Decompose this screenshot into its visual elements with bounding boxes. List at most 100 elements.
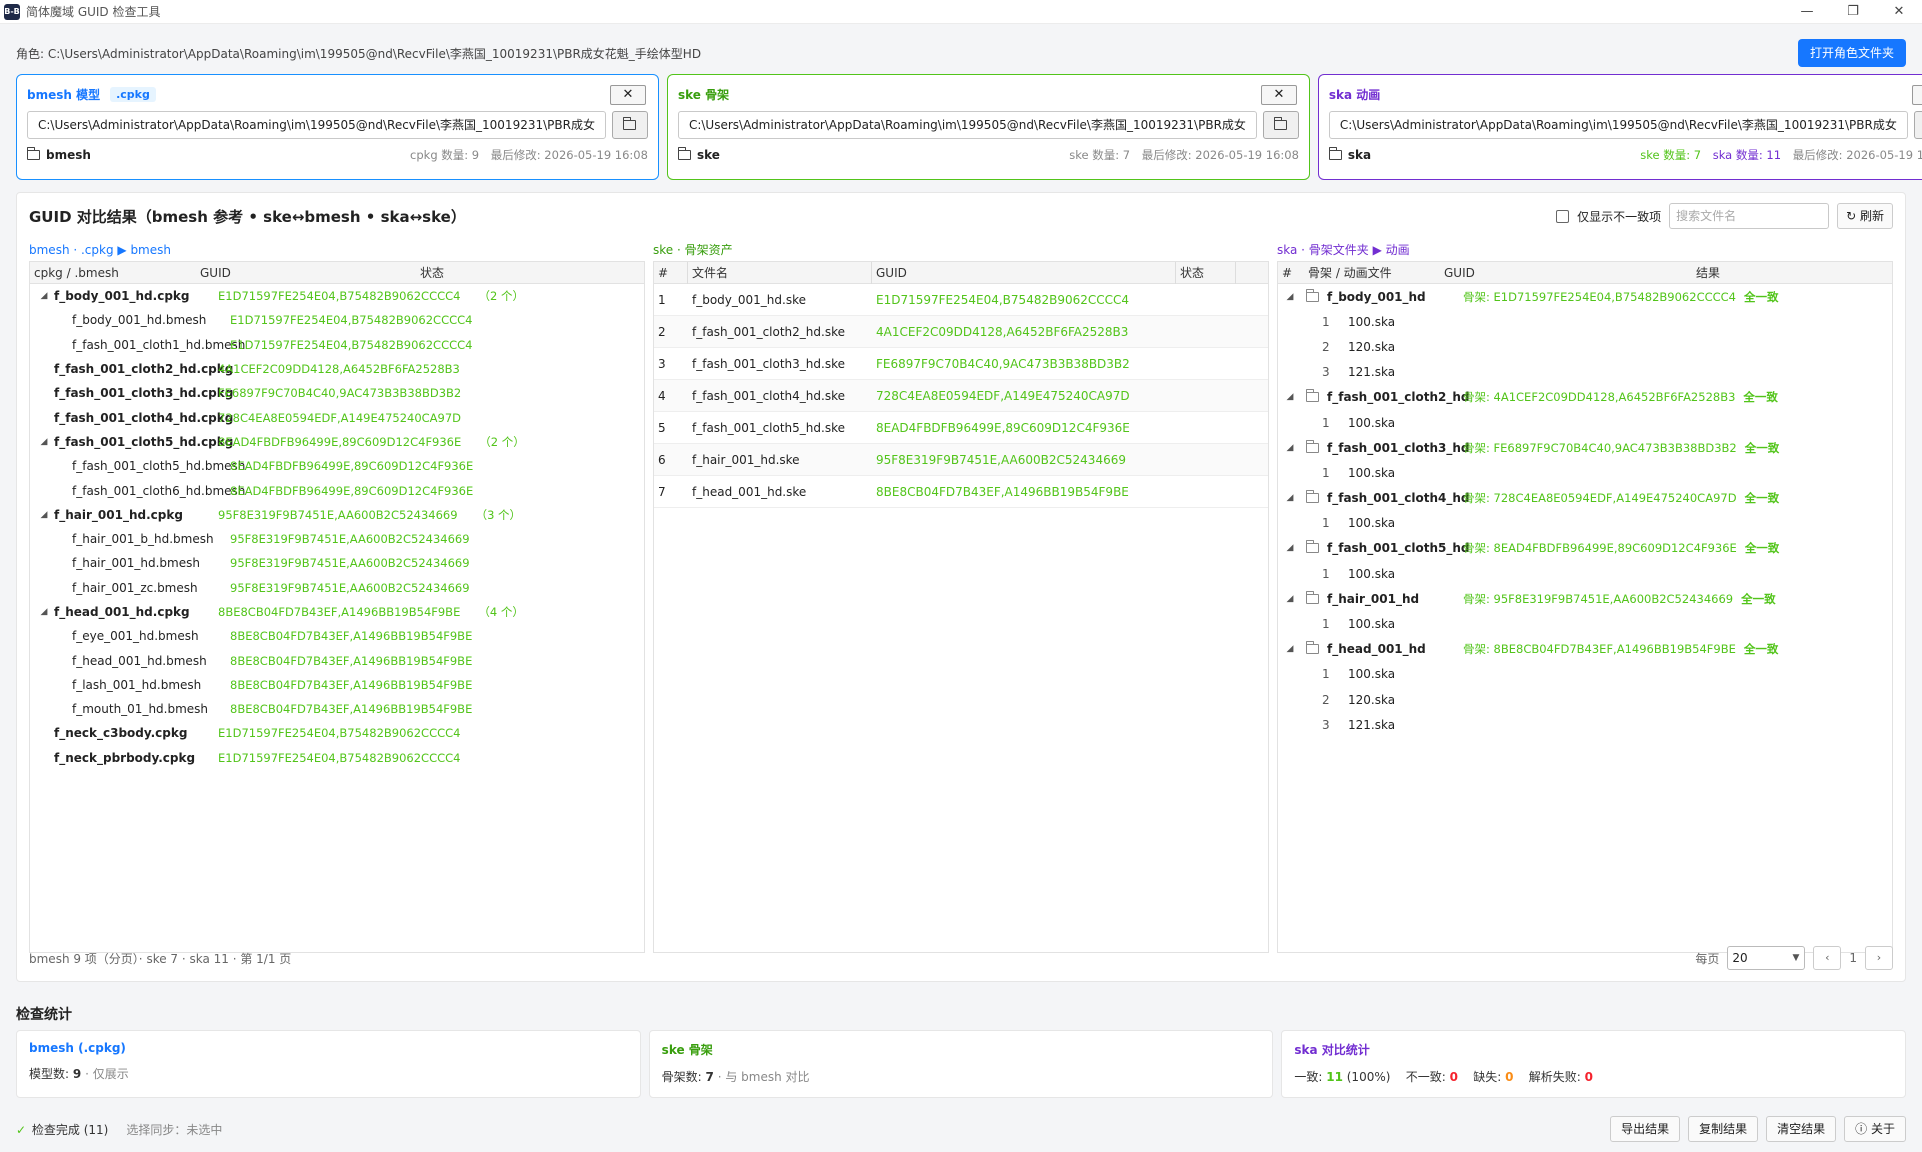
table-row[interactable]: 7 f_head_001_hd.ske 8BE8CB04FD7B43EF,A1496… (654, 476, 1268, 508)
tree-row[interactable]: f_lash_001_hd.bmesh 8BE8CB04FD7B43EF,A149… (30, 673, 644, 697)
expand-triangle-icon[interactable]: ◢ (1284, 594, 1296, 604)
clear-button[interactable]: 清空结果 (1766, 1116, 1837, 1142)
ske-path-input[interactable]: C:\Users\Administrator\AppData\Roaming\i… (677, 111, 1257, 139)
tree-row[interactable]: ◢ f_hair_001_hd.cpkg 95F8E319F9B7451E,AA60… (30, 503, 644, 527)
next-page-button[interactable]: › (1865, 946, 1893, 970)
bmesh-clear-button[interactable]: ✕ (609, 85, 646, 105)
tree-row[interactable]: 1 100.ska (1278, 511, 1892, 536)
tree-row[interactable]: f_neck_c3body.cpkg E1D71597FE254E04,B7548… (30, 721, 644, 745)
per-page-select[interactable]: 20 ▼ (1727, 946, 1806, 970)
col-header[interactable]: # (654, 262, 688, 284)
bmesh-path-input[interactable]: C:\Users\Administrator\AppData\Roaming\i… (27, 111, 606, 139)
close-window-button[interactable]: ✕ (1876, 0, 1922, 24)
expand-triangle-icon[interactable]: ◢ (38, 607, 50, 617)
tree-row[interactable]: 1 100.ska (1278, 662, 1892, 687)
tree-row[interactable]: ◢ f_fash_001_cloth5_hd 骨架: 8EAD4FBDFB96499… (1278, 536, 1892, 561)
tree-row[interactable]: f_mouth_01_hd.bmesh 8BE8CB04FD7B43EF,A149… (30, 697, 644, 721)
tree-row[interactable]: f_fash_001_cloth1_hd.bmesh E1D71597FE254E… (30, 333, 644, 357)
ska-path-input[interactable]: C:\Users\Administrator\AppData\Roaming\i… (1328, 111, 1908, 139)
col-header[interactable]: # (1278, 266, 1308, 280)
expand-triangle-icon[interactable]: ◢ (38, 437, 50, 447)
tree-row[interactable]: ◢ f_body_001_hd.cpkg E1D71597FE254E04,B754… (30, 284, 644, 308)
col-header[interactable]: GUID (872, 262, 1176, 284)
tree-row[interactable]: 1 100.ska (1278, 309, 1892, 334)
folder-icon (1328, 147, 1342, 160)
result-status: 全一致 (1744, 289, 1779, 304)
tree-row[interactable]: f_fash_001_cloth3_hd.cpkg FE6897F9C70B4C4… (30, 381, 644, 405)
tree-row[interactable]: 1 100.ska (1278, 611, 1892, 636)
expand-triangle-icon[interactable]: ◢ (1284, 292, 1296, 302)
col-header[interactable]: cpkg / .bmesh (30, 266, 200, 280)
ska-clear-button[interactable]: ✕ (1911, 85, 1922, 105)
col-header[interactable]: GUID (200, 266, 420, 280)
table-row[interactable]: 1 f_body_001_hd.ske E1D71597FE254E04,B7548… (654, 284, 1268, 316)
open-role-folder-button[interactable]: 打开角色文件夹 (1797, 39, 1906, 67)
tree-row[interactable]: f_fash_001_cloth4_hd.cpkg 728C4EA8E0594ED… (30, 405, 644, 429)
tree-row[interactable]: 2 120.ska (1278, 334, 1892, 359)
tree-row[interactable]: ◢ f_fash_001_cloth3_hd 骨架: FE6897F9C70B4C4… (1278, 435, 1892, 460)
ske-browse-button[interactable] (1262, 111, 1299, 139)
tree-row[interactable]: f_eye_001_hd.bmesh 8BE8CB04FD7B43EF,A1496… (30, 624, 644, 648)
expand-triangle-icon[interactable]: ◢ (38, 291, 50, 301)
search-input[interactable]: 搜索文件名 (1669, 203, 1830, 229)
expand-triangle-icon[interactable]: ◢ (38, 510, 50, 520)
ska-tree[interactable]: # 骨架 / 动画文件 GUID 结果 ◢ f_body_001_hd 骨架: E1… (1277, 261, 1893, 953)
tree-row[interactable]: 2 120.ska (1278, 687, 1892, 712)
tree-row[interactable]: f_fash_001_cloth5_hd.bmesh 8EAD4FBDFB9649… (30, 454, 644, 478)
tree-row[interactable]: f_hair_001_b_hd.bmesh 95F8E319F9B7451E,AA… (30, 527, 644, 551)
table-row[interactable]: 4 f_fash_001_cloth4_hd.ske 728C4EA8E0594ED… (654, 380, 1268, 412)
expand-triangle-icon[interactable]: ◢ (1284, 644, 1296, 654)
ske-table[interactable]: # 文件名 GUID 状态 1 f_body_001_hd.ske E1D71597… (653, 261, 1269, 953)
tree-row[interactable]: ◢ f_fash_001_cloth2_hd 骨架: 4A1CEF2C09DD412… (1278, 385, 1892, 410)
tree-row[interactable]: f_neck_pbrbody.cpkg E1D71597FE254E04,B754… (30, 746, 644, 770)
col-header[interactable]: 结果 (1696, 264, 1720, 281)
col-header[interactable]: 文件名 (688, 262, 872, 284)
bmesh-browse-button[interactable] (611, 111, 648, 139)
table-row[interactable]: 5 f_fash_001_cloth5_hd.ske 8EAD4FBDFB96499… (654, 412, 1268, 444)
tree-row[interactable]: f_fash_001_cloth2_hd.cpkg 4A1CEF2C09DD412… (30, 357, 644, 381)
expand-triangle-icon[interactable]: ◢ (1284, 443, 1296, 453)
minimize-button[interactable]: — (1784, 0, 1830, 24)
ske-clear-button[interactable]: ✕ (1260, 85, 1297, 105)
guid: 8EAD4FBDFB96499E,89C609D12C4F936E (218, 434, 462, 449)
about-label: 关于 (1870, 1122, 1895, 1136)
expand-triangle-icon[interactable]: ◢ (1284, 543, 1296, 553)
tree-row[interactable]: f_body_001_hd.bmesh E1D71597FE254E04,B754… (30, 308, 644, 332)
expand-triangle-icon[interactable]: ◢ (1284, 493, 1296, 503)
bmesh-tree[interactable]: cpkg / .bmesh GUID 状态 ◢ f_body_001_hd.cpk… (29, 261, 645, 953)
col-header[interactable]: 骨架 / 动画文件 (1308, 264, 1444, 281)
tree-row[interactable]: ◢ f_fash_001_cloth4_hd 骨架: 728C4EA8E0594ED… (1278, 486, 1892, 511)
table-row[interactable]: 6 f_hair_001_hd.ske 95F8E319F9B7451E,AA600… (654, 444, 1268, 476)
tree-row[interactable]: f_head_001_hd.bmesh 8BE8CB04FD7B43EF,A149… (30, 648, 644, 672)
table-row[interactable]: 3 f_fash_001_cloth3_hd.ske FE6897F9C70B4C4… (654, 348, 1268, 380)
expand-triangle-icon[interactable]: ◢ (1284, 392, 1296, 402)
col-header[interactable]: GUID (1444, 266, 1696, 280)
table-row[interactable]: 2 f_fash_001_cloth2_hd.ske 4A1CEF2C09DD412… (654, 316, 1268, 348)
tree-row[interactable]: 1 100.ska (1278, 561, 1892, 586)
tree-row[interactable]: ◢ f_body_001_hd 骨架: E1D71597FE254E04,B7548… (1278, 284, 1892, 309)
copy-button[interactable]: 复制结果 (1688, 1116, 1759, 1142)
result-status: 全一致 (1744, 491, 1780, 506)
restore-button[interactable]: ❐ (1830, 0, 1876, 24)
parse-fail-label: 解析失败: (1528, 1070, 1581, 1084)
tree-row[interactable]: ◢ f_head_001_hd.cpkg 8BE8CB04FD7B43EF,A149… (30, 600, 644, 624)
only-diff-label: 仅显示不一致项 (1577, 209, 1662, 224)
prev-page-button[interactable]: ‹ (1813, 946, 1842, 970)
tree-row[interactable]: 3 121.ska (1278, 360, 1892, 385)
refresh-button[interactable]: ↻ 刷新 (1837, 203, 1893, 229)
tree-row[interactable]: f_hair_001_zc.bmesh 95F8E319F9B7451E,AA60… (30, 576, 644, 600)
about-button[interactable]: ⓘ 关于 (1844, 1116, 1906, 1142)
tree-row[interactable]: 1 100.ska (1278, 410, 1892, 435)
export-button[interactable]: 导出结果 (1610, 1116, 1681, 1142)
tree-row[interactable]: f_hair_001_hd.bmesh 95F8E319F9B7451E,AA60… (30, 551, 644, 575)
col-header[interactable]: 状态 (1176, 262, 1236, 284)
tree-row[interactable]: ◢ f_hair_001_hd 骨架: 95F8E319F9B7451E,AA600… (1278, 586, 1892, 611)
only-diff-checkbox[interactable] (1556, 209, 1570, 223)
tree-row[interactable]: 3 121.ska (1278, 712, 1892, 737)
tree-row[interactable]: ◢ f_fash_001_cloth5_hd.cpkg 8EAD4FBDFB9649… (30, 430, 644, 454)
tree-row[interactable]: 1 100.ska (1278, 460, 1892, 485)
col-header[interactable]: 状态 (420, 264, 444, 281)
tree-row[interactable]: ◢ f_head_001_hd 骨架: 8BE8CB04FD7B43EF,A1496… (1278, 637, 1892, 662)
tree-row[interactable]: f_fash_001_cloth6_hd.bmesh 8EAD4FBDFB9649… (30, 478, 644, 502)
ska-browse-button[interactable] (1913, 111, 1922, 139)
